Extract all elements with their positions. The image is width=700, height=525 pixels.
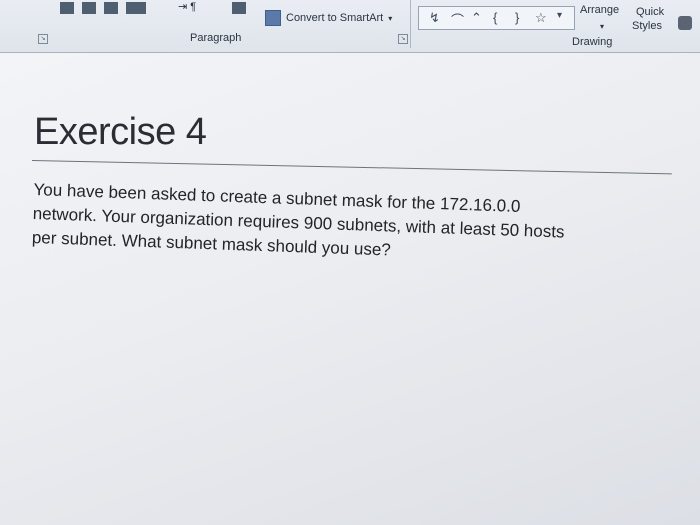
paragraph-launcher-icon[interactable]: ↘: [398, 34, 408, 44]
right-brace-icon[interactable]: }: [515, 10, 519, 25]
smartart-label: Convert to SmartArt: [286, 12, 384, 24]
chevron-down-icon: ▾: [388, 13, 393, 23]
arc-shape-icon[interactable]: ⌃: [471, 10, 482, 26]
align-left-icon[interactable]: [60, 2, 74, 14]
line-shape-icon[interactable]: ⌒: [451, 10, 464, 29]
ribbon-toolbar: ⇥ ¶ Convert to SmartArt ▾ Paragraph ↘ ↘ …: [0, 0, 700, 53]
text-direction-icon[interactable]: ⇥ ¶: [178, 0, 196, 13]
shapes-gallery[interactable]: ↯ ⌒ ⌃ { } ☆ ▾: [418, 6, 575, 30]
justify-icon[interactable]: [126, 2, 146, 14]
gallery-more-icon[interactable]: ▾: [557, 10, 562, 21]
align-right-icon[interactable]: [104, 2, 118, 14]
quick-styles-button[interactable]: Quick: [636, 6, 664, 18]
convert-to-smartart-button[interactable]: Convert to SmartArt ▾: [265, 10, 392, 26]
left-brace-icon[interactable]: {: [493, 10, 497, 25]
arrange-chevron-icon: ▾: [600, 22, 605, 31]
curve-shape-icon[interactable]: ↯: [429, 10, 440, 26]
font-launcher-icon[interactable]: ↘: [38, 34, 48, 44]
slide-title[interactable]: Exercise 4: [34, 111, 207, 154]
group-divider: [410, 0, 411, 48]
align-center-icon[interactable]: [82, 2, 96, 14]
arrange-button[interactable]: Arrange: [580, 4, 619, 16]
paragraph-group-label: Paragraph: [190, 32, 242, 44]
smartart-icon: [265, 10, 281, 26]
shape-fill-icon[interactable]: [678, 16, 692, 30]
quick-styles-label: Styles: [632, 20, 662, 32]
star-shape-icon[interactable]: ☆: [535, 10, 547, 26]
columns-icon[interactable]: [232, 2, 246, 14]
drawing-group-label: Drawing: [572, 36, 613, 48]
